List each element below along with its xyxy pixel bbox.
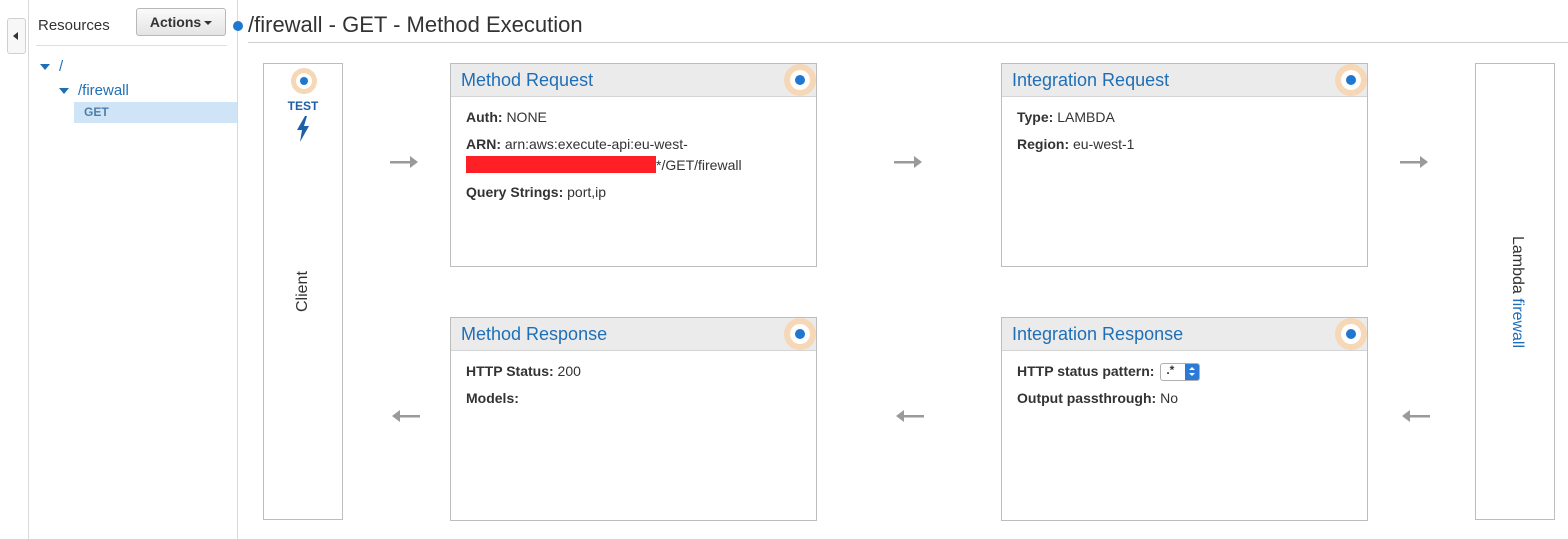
region-value: eu-west-1: [1073, 136, 1135, 152]
arrow-right-icon: [390, 156, 418, 168]
resources-panel: Resources Actions / /firewall GET: [28, 0, 238, 539]
test-link[interactable]: TEST: [264, 99, 342, 113]
type-value: LAMBDA: [1057, 109, 1115, 125]
integration-response-card[interactable]: Integration Response HTTP status pattern…: [1001, 317, 1368, 521]
status-dot-icon: [784, 64, 816, 96]
models-field: Models:: [466, 390, 519, 406]
type-label: Type:: [1017, 109, 1054, 125]
http-status-value: 200: [557, 363, 581, 379]
status-dot-icon: [1335, 64, 1367, 96]
client-label: Client: [294, 271, 311, 312]
arn-value-line1: arn:aws:execute-api:eu-west-: [504, 136, 688, 152]
resize-handle[interactable]: [233, 21, 243, 31]
integration-request-title[interactable]: Integration Request: [1012, 70, 1169, 91]
http-status-label: HTTP Status:: [466, 363, 554, 379]
select-stepper-icon: [1185, 364, 1200, 381]
resources-title: Resources: [38, 17, 110, 34]
method-request-card[interactable]: Method Request Auth: NONE ARN: arn:aws:e…: [450, 63, 817, 267]
lambda-label: Lambda firewall: [1506, 192, 1526, 392]
query-strings-value: port,ip: [567, 184, 607, 200]
card-header: Method Request: [451, 64, 816, 97]
tree-item-firewall[interactable]: /firewall: [78, 82, 129, 99]
status-pattern-select[interactable]: .*: [1160, 363, 1201, 382]
expand-firewall-icon[interactable]: [59, 88, 69, 94]
integration-response-title[interactable]: Integration Response: [1012, 324, 1183, 345]
card-header: Method Response: [451, 318, 816, 351]
tree-item-get[interactable]: GET: [74, 102, 237, 123]
method-request-title[interactable]: Method Request: [461, 70, 593, 91]
tree-divider: [36, 45, 227, 46]
type-field: Type: LAMBDA: [1017, 109, 1115, 125]
arrow-right-icon: [894, 156, 922, 168]
auth-label: Auth:: [466, 109, 503, 125]
lambda-function-link[interactable]: firewall: [1509, 298, 1526, 348]
region-field: Region: eu-west-1: [1017, 136, 1134, 152]
arrow-right-icon: [1400, 156, 1428, 168]
region-label: Region:: [1017, 136, 1070, 152]
lambda-box: Lambda firewall: [1475, 63, 1555, 520]
tree-item-get-label: GET: [84, 105, 109, 119]
page-title: /firewall - GET - Method Execution: [248, 12, 583, 37]
method-response-card[interactable]: Method Response HTTP Status: 200 Models:: [450, 317, 817, 521]
card-header: Integration Request: [1002, 64, 1367, 97]
status-pattern-value: .*: [1166, 363, 1175, 378]
client-box: TEST Client: [263, 63, 343, 520]
lightning-bolt-icon[interactable]: [294, 116, 312, 142]
query-strings-label: Query Strings:: [466, 184, 564, 200]
caret-left-icon: [13, 32, 18, 40]
arrow-left-icon: [1402, 410, 1430, 422]
caret-down-icon: [204, 21, 213, 26]
integration-request-card[interactable]: Integration Request Type: LAMBDA Region:…: [1001, 63, 1368, 267]
status-dot-icon: [1335, 318, 1367, 350]
actions-button[interactable]: Actions: [136, 8, 226, 36]
passthrough-value: No: [1160, 390, 1178, 406]
collapse-sidebar-button[interactable]: [7, 18, 26, 54]
passthrough-label: Output passthrough:: [1017, 390, 1157, 406]
status-pattern-field: HTTP status pattern: .*: [1017, 363, 1201, 382]
auth-field: Auth: NONE: [466, 109, 547, 125]
arn-label: ARN:: [466, 136, 501, 152]
models-label: Models:: [466, 390, 519, 406]
test-icon[interactable]: [291, 68, 317, 94]
http-status-field: HTTP Status: 200: [466, 363, 581, 379]
sidebar-collapse-strip: [0, 0, 29, 539]
method-response-title[interactable]: Method Response: [461, 324, 607, 345]
card-header: Integration Response: [1002, 318, 1367, 351]
status-pattern-label: HTTP status pattern:: [1017, 363, 1155, 379]
actions-label: Actions: [149, 14, 202, 30]
expand-root-icon[interactable]: [40, 64, 50, 70]
auth-value: NONE: [506, 109, 547, 125]
arrow-left-icon: [392, 410, 420, 422]
tree-item-root[interactable]: /: [59, 58, 63, 75]
passthrough-field: Output passthrough: No: [1017, 390, 1178, 406]
query-strings-field: Query Strings: port,ip: [466, 184, 606, 200]
status-dot-icon: [784, 318, 816, 350]
lambda-prefix: Lambda: [1509, 235, 1526, 294]
redaction-bar: [466, 156, 656, 173]
arrow-left-icon: [896, 410, 924, 422]
title-divider: [248, 42, 1568, 43]
arn-value-line2: */GET/firewall: [656, 157, 742, 173]
arn-field: ARN: arn:aws:execute-api:eu-west-: [466, 136, 688, 152]
